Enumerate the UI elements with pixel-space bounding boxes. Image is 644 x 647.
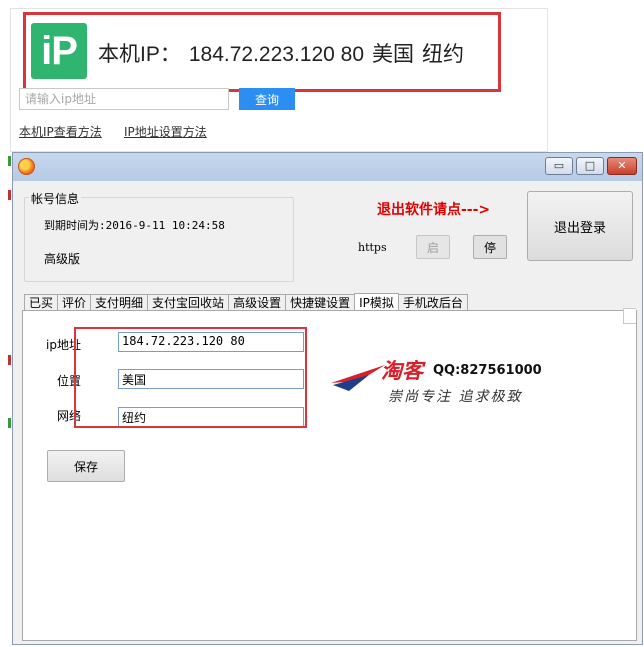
ip-value: 184.72.223.120 80 <box>188 43 365 66</box>
save-button[interactable]: 保存 <box>47 450 125 482</box>
watermark-qq: QQ:827561000 <box>433 363 542 378</box>
app-window: ▭ □ ✕ 帐号信息 到期时间为:2016-9-11 10:24:58 高级版 … <box>12 152 643 645</box>
window-titlebar[interactable]: ▭ □ ✕ <box>13 153 642 181</box>
search-button[interactable]: 查询 <box>239 88 295 110</box>
edition-label: 高级版 <box>44 252 81 266</box>
close-button[interactable]: ✕ <box>607 157 637 175</box>
ip-city: 纽约 <box>422 43 465 66</box>
network-label: 网络 <box>57 409 82 423</box>
firefox-icon <box>18 158 35 175</box>
start-button[interactable]: 启 <box>416 235 450 259</box>
https-label: https <box>358 241 387 254</box>
ip-banner-highlight: iP 本机IP： 184.72.223.120 80 美国 纽约 <box>23 12 501 92</box>
network-input[interactable]: 纽约 <box>118 407 304 427</box>
watermark-brand: 淘客 <box>381 358 423 383</box>
scrap-mark <box>8 418 11 428</box>
maximize-button[interactable]: □ <box>576 157 604 175</box>
location-label: 位置 <box>57 374 82 388</box>
ip-logo-icon: iP <box>31 23 87 79</box>
exit-hint: 退出软件请点---> <box>377 202 491 218</box>
scrap-mark <box>8 355 11 365</box>
tab-bar: 已买 评价 支付明细 支付宝回收站 高级设置 快捷键设置 IP模拟 手机改后台 <box>24 292 468 313</box>
location-input[interactable]: 美国 <box>118 369 304 389</box>
ip-lookup-widget: iP 本机IP： 184.72.223.120 80 美国纽约 查询 本机IP查看方… <box>10 8 548 152</box>
watermark-slogan: 崇尚专注 追求极致 <box>388 389 523 405</box>
minimize-button[interactable]: ▭ <box>545 157 573 175</box>
ip-settings-help-link[interactable]: IP地址设置方法 <box>124 123 207 140</box>
background-strip <box>0 150 11 647</box>
account-group <box>24 197 294 282</box>
ip-address-input[interactable]: 184.72.223.120 80 <box>118 332 304 352</box>
ip-country: 美国 <box>372 43 415 66</box>
local-ip-help-link[interactable]: 本机IP查看方法 <box>19 123 102 140</box>
ip-search-input[interactable] <box>19 88 229 110</box>
swoosh-logo-icon <box>331 365 385 391</box>
stop-button[interactable]: 停 <box>473 235 507 259</box>
scrap-mark <box>8 190 11 200</box>
scrap-mark <box>8 156 11 166</box>
account-group-title: 帐号信息 <box>29 190 82 207</box>
background-fragment <box>623 308 636 324</box>
logout-button[interactable]: 退出登录 <box>527 191 633 261</box>
ip-label: 本机IP： <box>98 43 181 66</box>
ip-address-label: ip地址 <box>46 338 81 352</box>
current-ip-line: 本机IP： 184.72.223.120 80 美国 纽约 <box>98 38 472 68</box>
expire-time: 到期时间为:2016-9-11 10:24:58 <box>44 219 225 232</box>
